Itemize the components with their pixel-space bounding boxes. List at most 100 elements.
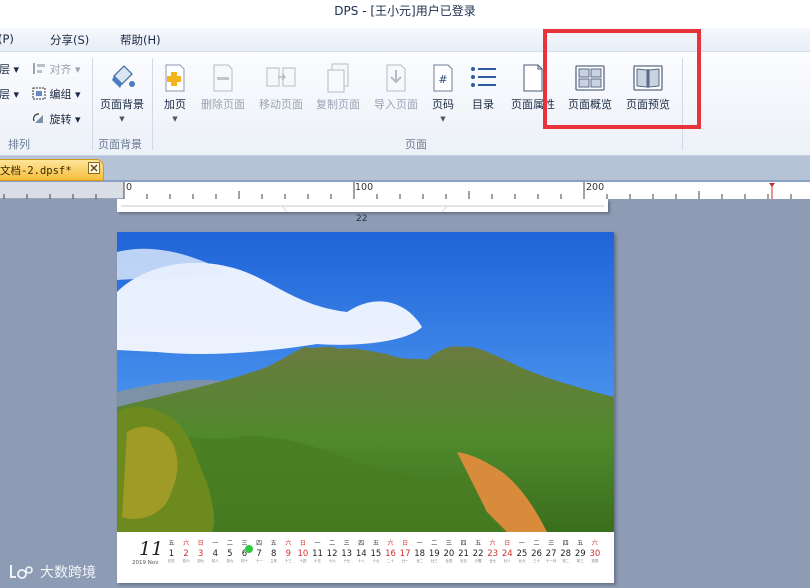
calendar-day: 四 21 廿五 (457, 540, 470, 564)
day-number: 9 (285, 549, 291, 559)
day-number: 10 (297, 549, 309, 559)
move-page-button[interactable]: 移动页面 (252, 58, 310, 128)
weekday-label: 四 (562, 540, 569, 547)
calendar-day: 三 13 十七 (340, 540, 353, 564)
calendar-day: 五 15 十九 (369, 540, 382, 564)
weekday-label: 日 (402, 540, 409, 547)
lunar-date: 廿一 (401, 559, 409, 563)
calendar-day: 五 22 小雪 (472, 540, 485, 564)
day-number: 18 (414, 549, 426, 559)
previous-page-cutlines (121, 205, 604, 213)
day-number: 21 (458, 549, 469, 559)
paint-bucket-icon (112, 65, 135, 88)
lunar-date: 十七 (343, 559, 351, 563)
menu-item-help[interactable]: 帮助(H) (120, 32, 161, 48)
calendar-day: 二 12 十六 (326, 540, 339, 564)
lunar-date: 十一月 (545, 559, 557, 563)
weekday-label: 三 (445, 540, 452, 547)
calendar-day: 六 30 初四 (588, 540, 601, 564)
weekday-label: 二 (329, 540, 336, 547)
calendar-day: 四 28 初二 (559, 540, 572, 564)
calendar-day: 二 5 初九 (223, 540, 236, 564)
day-number: 11 (312, 549, 323, 559)
lunar-date: 十六 (328, 559, 336, 563)
group-separator (92, 58, 93, 150)
ruler-label: 200 (586, 182, 605, 193)
delete-page-button[interactable]: 删除页面 (194, 58, 252, 128)
day-number: 1 (168, 549, 175, 559)
weekday-label: 日 (299, 540, 306, 547)
day-number: 13 (341, 549, 353, 559)
horizontal-ruler: 0 100 200 (0, 182, 810, 199)
ruler-label: 0 (126, 182, 133, 193)
day-number: 30 (589, 549, 601, 559)
day-number: 27 (545, 549, 557, 559)
page-number-label: 22 (356, 214, 368, 224)
dropdown-arrow-icon: ▼ (119, 115, 125, 123)
calendar-day: 一 25 廿九 (515, 540, 528, 564)
dropdown-arrow-icon: ▼ (172, 115, 178, 123)
layer-down-button[interactable]: 层 ▾ (0, 86, 19, 102)
lunar-date: 廿九 (518, 559, 526, 563)
toc-button[interactable]: 目录 (460, 58, 506, 128)
calendar-day: 一 4 初八 (209, 540, 222, 564)
toc-icon (471, 67, 496, 87)
rotation-handle[interactable] (245, 545, 253, 553)
day-number: 17 (399, 549, 411, 559)
add-page-button[interactable]: 加页 ▼ (152, 58, 198, 128)
page-background-label: 页面背景 (100, 98, 144, 111)
day-number: 26 (531, 549, 542, 559)
lunar-date: 廿七 (489, 559, 497, 563)
rotate-button[interactable]: 旋转 ▾ (32, 111, 81, 127)
menu-item-share[interactable]: 分享(S) (50, 32, 89, 48)
close-icon[interactable] (88, 162, 100, 174)
lunar-date: 廿五 (460, 559, 467, 563)
day-number: 7 (256, 549, 262, 559)
group-label-arrange: 排列 (8, 138, 30, 151)
day-number: 28 (560, 549, 572, 559)
day-number: 3 (197, 549, 204, 559)
day-number: 14 (355, 549, 367, 559)
lunar-date: 十五 (314, 559, 321, 563)
align-icon (33, 63, 45, 74)
day-number: 20 (443, 549, 455, 559)
add-page-icon (165, 64, 185, 92)
weekday-label: 二 (431, 540, 438, 547)
calendar-day: 日 3 初七 (194, 540, 207, 564)
weekday-label: 六 (183, 540, 190, 547)
copy-page-button[interactable]: 复制页面 (309, 58, 367, 128)
page-background-button[interactable]: 页面背景 ▼ (94, 58, 150, 128)
logo-icon (10, 565, 33, 579)
calendar-day: 六 9 十三 (282, 540, 295, 564)
page-canvas[interactable]: 22 11 2019 Nov 五 1 初五六 2 初六日 3 初七一 4 初八 … (0, 199, 810, 588)
calendar-page[interactable]: 11 2019 Nov 五 1 初五六 2 初六日 3 初七一 4 初八二 5 初九三 6 初十四 7 十一… (117, 232, 614, 583)
weekday-label: 一 (212, 540, 219, 547)
delete-page-label: 删除页面 (201, 98, 245, 111)
lunar-date: 十三 (284, 559, 292, 563)
day-number: 12 (326, 549, 338, 559)
weekday-label: 五 (168, 540, 175, 547)
group-label-background: 页面背景 (98, 138, 142, 151)
rotate-icon (32, 113, 43, 123)
day-number: 16 (385, 549, 396, 559)
import-page-button[interactable]: 导入页面 (367, 58, 425, 128)
menu-item-partial[interactable]: (P) (0, 32, 14, 46)
group-button[interactable]: 编组 ▾ (32, 86, 81, 102)
calendar-day: 六 16 二十 (384, 540, 397, 564)
weekday-label: 六 (387, 540, 394, 547)
group-icon (32, 87, 46, 100)
delete-page-icon (213, 64, 233, 92)
copy-page-label: 复制页面 (316, 98, 360, 111)
document-tab[interactable]: 文档-2.dpsf* (0, 159, 104, 181)
lunar-date: 十四 (299, 559, 307, 563)
calendar-day: 五 29 初三 (574, 540, 587, 564)
ruler-label: 100 (355, 182, 374, 193)
day-number: 2 (183, 549, 189, 559)
calendar-day: 三 20 廿四 (442, 540, 455, 564)
previous-page[interactable] (117, 199, 608, 213)
calendar-day: 日 10 十四 (296, 540, 309, 564)
layer-up-button[interactable]: 层 ▾ (0, 61, 19, 77)
lunar-date: 二十 (387, 559, 394, 563)
align-button[interactable]: 对齐 ▾ (32, 61, 81, 77)
calendar-day: 二 26 三十 (530, 540, 543, 564)
